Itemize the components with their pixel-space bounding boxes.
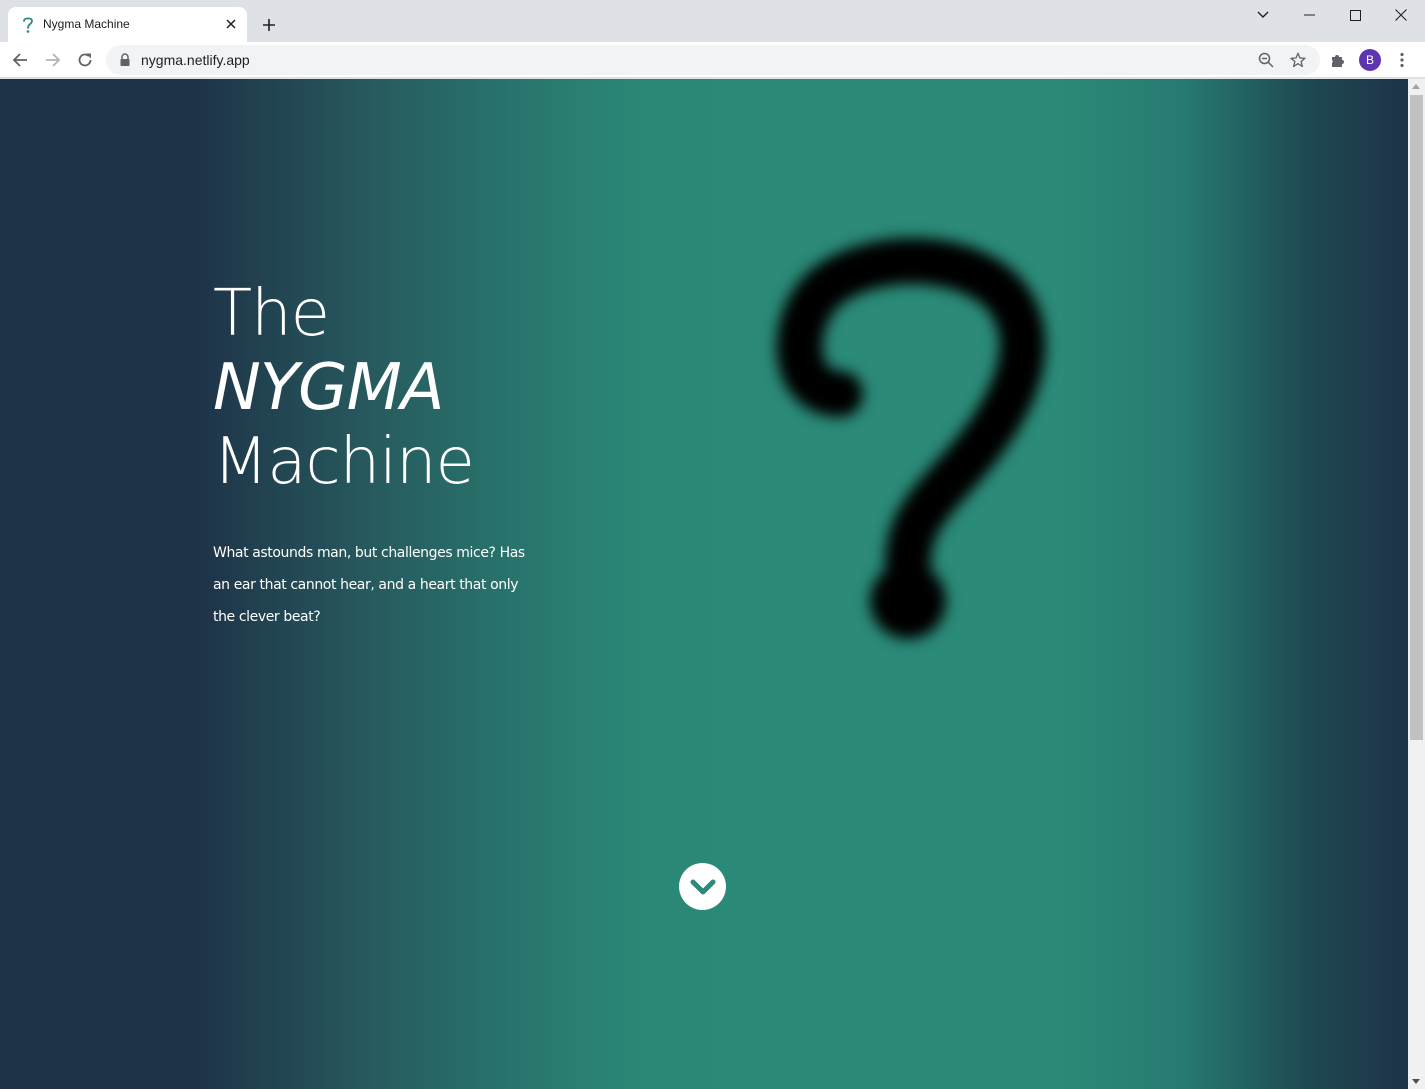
bookmark-button[interactable]: [1286, 48, 1310, 72]
scroll-down-button[interactable]: [679, 863, 726, 910]
hero-title-line-2: NYGMA: [213, 351, 445, 425]
reload-icon: [78, 53, 92, 67]
browser-toolbar: nygma.netlify.app: [0, 42, 1425, 78]
reload-button[interactable]: [71, 46, 99, 74]
minimize-button[interactable]: [1286, 0, 1332, 30]
chevron-down-icon: [690, 879, 715, 894]
forward-button[interactable]: [39, 46, 67, 74]
close-icon: [1395, 9, 1407, 21]
hero-title-line-3: Machine: [213, 425, 475, 499]
hero-title: The NYGMA Machine: [213, 277, 475, 499]
tab-search-button[interactable]: [1240, 0, 1286, 30]
chevron-down-icon: [1257, 11, 1269, 18]
scroll-thumb[interactable]: [1410, 95, 1423, 740]
profile-avatar[interactable]: B: [1359, 49, 1381, 71]
minimize-icon: [1303, 14, 1315, 16]
maximize-button[interactable]: [1332, 0, 1378, 30]
hero-description: What astounds man, but challenges mice? …: [213, 545, 525, 625]
window-close-button[interactable]: [1378, 0, 1424, 30]
lock-icon: [120, 53, 130, 66]
tab-title: Nygma Machine: [43, 17, 130, 31]
back-button[interactable]: [6, 46, 34, 74]
url-text: nygma.netlify.app: [141, 52, 250, 68]
browser-titlebar: Nygma Machine: [0, 0, 1425, 42]
more-vertical-icon: [1400, 52, 1404, 68]
question-mark-icon: [776, 238, 1046, 639]
extensions-button[interactable]: [1324, 46, 1352, 74]
page-scrollbar[interactable]: [1408, 79, 1425, 1089]
new-tab-button[interactable]: [258, 14, 280, 36]
zoom-out-icon: [1258, 52, 1274, 68]
maximize-icon: [1349, 9, 1361, 21]
close-icon: [226, 19, 236, 29]
scroll-down-arrow-icon[interactable]: [1412, 1079, 1420, 1084]
arrow-right-icon: [46, 53, 61, 67]
arrow-left-icon: [12, 53, 27, 67]
browser-tab[interactable]: Nygma Machine: [8, 7, 247, 42]
zoom-button[interactable]: [1254, 48, 1278, 72]
browser-menu-button[interactable]: [1388, 46, 1416, 74]
hero-title-line-1: The: [213, 277, 330, 351]
puzzle-icon: [1332, 55, 1344, 67]
plus-icon: [263, 19, 275, 31]
question-mark-favicon-icon: [23, 17, 33, 33]
address-bar[interactable]: nygma.netlify.app: [106, 45, 1320, 75]
star-icon: [1290, 52, 1306, 68]
tab-close-button[interactable]: [223, 16, 239, 32]
scroll-up-arrow-icon[interactable]: [1412, 84, 1420, 89]
page-hero: The NYGMA Machine What astounds man, but…: [0, 79, 1408, 1089]
